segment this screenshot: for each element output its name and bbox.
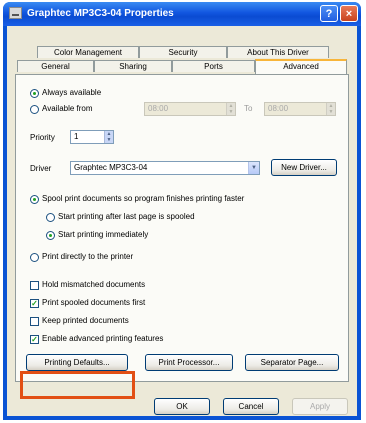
cancel-button[interactable]: Cancel	[223, 398, 279, 415]
print-spooled-first-checkbox[interactable]: ✓	[30, 299, 39, 308]
hold-mismatched-checkbox[interactable]	[30, 281, 39, 290]
hold-mismatched-label: Hold mismatched documents	[42, 280, 146, 289]
keep-printed-label: Keep printed documents	[42, 316, 129, 325]
start-after-last-page-label: Start printing after last page is spoole…	[58, 212, 195, 221]
start-immediately-label: Start printing immediately	[58, 230, 149, 239]
spool-radio[interactable]	[30, 195, 39, 204]
print-directly-label: Print directly to the printer	[42, 252, 134, 261]
spool-label: Spool print documents so program finishe…	[42, 194, 245, 203]
close-button[interactable]: ×	[340, 5, 358, 22]
tab-sharing[interactable]: Sharing	[94, 60, 172, 72]
print-directly-radio[interactable]	[30, 253, 39, 262]
available-from-radio[interactable]	[30, 105, 39, 114]
keep-printed-checkbox[interactable]	[30, 317, 39, 326]
driver-select[interactable]: Graphtec MP3C3-04	[70, 161, 260, 175]
tab-about-this-driver[interactable]: About This Driver	[227, 46, 329, 58]
print-spooled-first-label: Print spooled documents first	[42, 298, 146, 307]
tab-color-management[interactable]: Color Management	[37, 46, 139, 58]
to-label: To	[244, 104, 253, 113]
priority-spinner[interactable]: ▲ ▼	[104, 131, 113, 143]
window-title: Graphtec MP3C3-04 Properties	[27, 8, 174, 19]
enable-advanced-features-checkbox[interactable]: ✓	[30, 335, 39, 344]
available-from-time[interactable]: 08:00	[144, 102, 236, 116]
always-available-radio[interactable]	[30, 89, 39, 98]
print-processor-button[interactable]: Print Processor...	[145, 354, 233, 371]
tab-advanced[interactable]: Advanced	[255, 59, 347, 74]
advanced-panel: Always available Available from 08:00 ▲ ▼…	[15, 74, 349, 382]
start-after-last-page-radio[interactable]	[46, 213, 55, 222]
enable-advanced-features-label: Enable advanced printing features	[42, 334, 164, 343]
help-button[interactable]: ?	[320, 5, 338, 22]
priority-label: Priority	[30, 133, 55, 142]
tab-ports[interactable]: Ports	[172, 60, 255, 72]
tab-general[interactable]: General	[17, 60, 94, 72]
printer-icon	[9, 7, 22, 19]
properties-window: Graphtec MP3C3-04 Properties ? × Color M…	[3, 2, 361, 420]
title-bar[interactable]: Graphtec MP3C3-04 Properties ? ×	[3, 2, 361, 26]
printing-defaults-highlight	[20, 371, 135, 399]
start-immediately-radio[interactable]	[46, 231, 55, 240]
apply-button[interactable]: Apply	[292, 398, 348, 415]
driver-label: Driver	[30, 164, 52, 173]
new-driver-button[interactable]: New Driver...	[271, 159, 337, 176]
chevron-down-icon[interactable]: ▼	[248, 162, 259, 174]
printing-defaults-button[interactable]: Printing Defaults...	[26, 354, 128, 371]
ok-button[interactable]: OK	[154, 398, 210, 415]
tab-security[interactable]: Security	[139, 46, 227, 58]
from-time-spinner[interactable]: ▲ ▼	[226, 103, 235, 115]
always-available-label: Always available	[42, 88, 102, 97]
separator-page-button[interactable]: Separator Page...	[245, 354, 339, 371]
to-time-spinner[interactable]: ▲ ▼	[326, 103, 335, 115]
available-from-label: Available from	[42, 104, 93, 113]
dialog-client: Color Management Security About This Dri…	[7, 26, 357, 416]
